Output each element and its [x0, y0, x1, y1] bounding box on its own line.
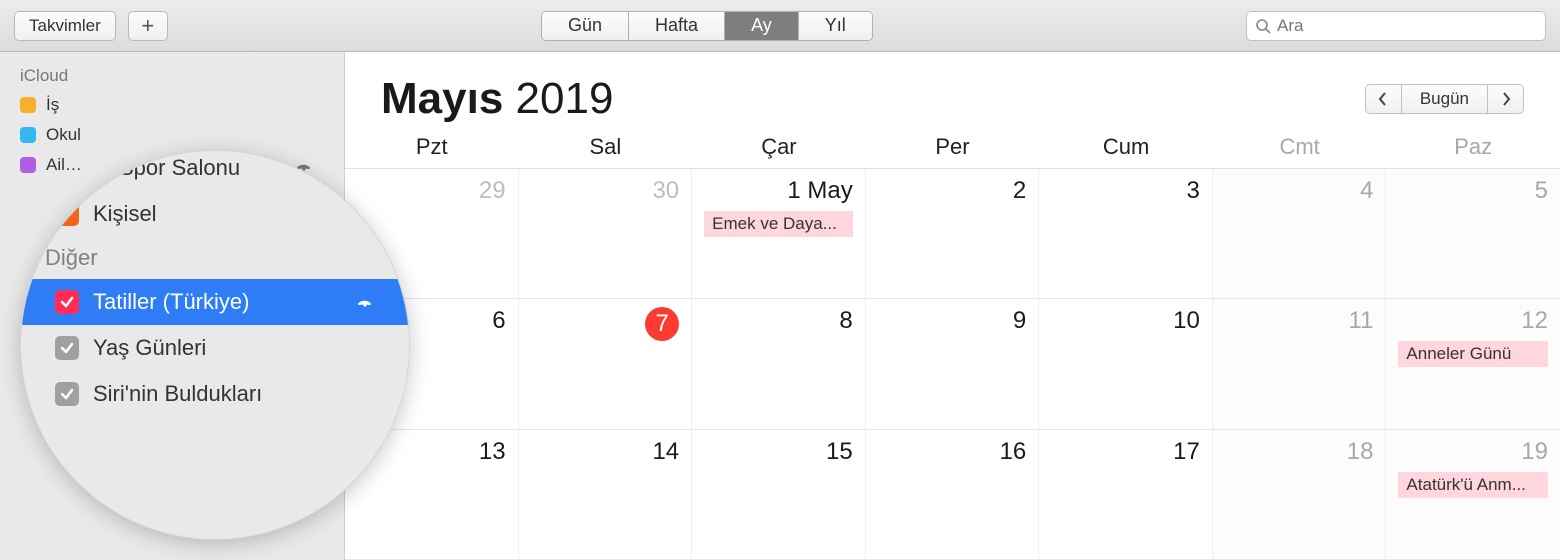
day-cell[interactable]: 18: [1213, 430, 1387, 559]
magnifier-overlay: Spor Salonu Kişisel Diğer Tatiller (Türki…: [20, 150, 410, 540]
day-cell[interactable]: 1 May Emek ve Daya...: [692, 169, 866, 298]
chevron-right-icon: [1501, 92, 1511, 106]
month-grid: 29301 MayEmek ve Daya...23456789101112An…: [345, 169, 1560, 560]
day-number: 16: [878, 438, 1027, 466]
view-year-button[interactable]: Yıl: [799, 12, 872, 40]
view-day-button[interactable]: Gün: [542, 12, 629, 40]
calendar-label: Siri'nin Buldukları: [93, 381, 262, 407]
sidebar-group-other: Diğer: [21, 237, 409, 279]
search-field[interactable]: [1246, 11, 1546, 41]
day-number: 4: [1225, 177, 1374, 205]
calendar-color-checkbox[interactable]: [20, 127, 36, 143]
day-cell[interactable]: 5: [1386, 169, 1560, 298]
day-cell[interactable]: 9: [866, 299, 1040, 428]
search-input[interactable]: [1277, 16, 1537, 36]
day-number: 12: [1398, 307, 1548, 335]
sidebar-item[interactable]: Tatiller (Türkiye): [21, 279, 409, 325]
calendar-checkbox[interactable]: [55, 290, 79, 314]
day-cell[interactable]: 14: [519, 430, 693, 559]
day-number: 7: [645, 307, 679, 341]
day-number: 17: [1051, 438, 1200, 466]
day-number: 9: [878, 307, 1027, 335]
weekday-label: Cmt: [1213, 134, 1387, 160]
calendar-color-checkbox[interactable]: [81, 156, 105, 180]
day-number: 15: [704, 438, 853, 466]
calendar-label: Kişisel: [93, 201, 157, 227]
day-cell[interactable]: 15: [692, 430, 866, 559]
weekday-label: Per: [866, 134, 1040, 160]
day-cell[interactable]: 16: [866, 430, 1040, 559]
day-cell[interactable]: 12 Anneler Günü: [1386, 299, 1560, 428]
checkmark-icon: [59, 294, 75, 310]
chevron-left-icon: [1378, 92, 1388, 106]
sidebar-item-work[interactable]: İş: [0, 90, 344, 120]
calendar-color-checkbox[interactable]: [55, 202, 79, 226]
calendar-label: Tatiller (Türkiye): [93, 289, 249, 315]
day-cell[interactable]: 2: [866, 169, 1040, 298]
month-title: Mayıs 2019: [381, 74, 613, 124]
calendar-event[interactable]: Anneler Günü: [1398, 341, 1548, 367]
day-cell[interactable]: 10: [1039, 299, 1213, 428]
day-number: 19: [1398, 438, 1548, 466]
day-number: 18: [1225, 438, 1374, 466]
day-cell[interactable]: 3: [1039, 169, 1213, 298]
day-cell[interactable]: 7: [519, 299, 693, 428]
day-cell[interactable]: 30: [519, 169, 693, 298]
day-cell[interactable]: 17: [1039, 430, 1213, 559]
weekday-label: Sal: [519, 134, 693, 160]
day-cell[interactable]: 8: [692, 299, 866, 428]
day-number: 3: [1051, 177, 1200, 205]
calendar-main: Mayıs 2019 Bugün PztSalÇarPerCumCmtPaz 2…: [345, 52, 1560, 560]
add-event-button[interactable]: +: [128, 11, 168, 41]
day-number: 5: [1398, 177, 1548, 205]
sidebar-item[interactable]: Siri'nin Buldukları: [21, 371, 409, 417]
calendar-label: Spor Salonu: [119, 155, 240, 181]
day-number: 10: [1051, 307, 1200, 335]
weekday-label: Paz: [1386, 134, 1560, 160]
day-cell[interactable]: 11: [1213, 299, 1387, 428]
day-number: 1 May: [704, 177, 853, 205]
calendars-toggle-button[interactable]: Takvimler: [14, 11, 116, 41]
calendar-label: Okul: [46, 125, 81, 145]
checkmark-icon: [59, 386, 75, 402]
weekday-label: Çar: [692, 134, 866, 160]
sidebar-item-school[interactable]: Okul: [0, 120, 344, 150]
today-button[interactable]: Bugün: [1401, 84, 1488, 114]
sidebar-item[interactable]: Yaş Günleri: [21, 325, 409, 371]
day-number: 2: [878, 177, 1027, 205]
calendar-checkbox[interactable]: [55, 336, 79, 360]
view-month-button[interactable]: Ay: [725, 12, 799, 40]
day-number: 30: [531, 177, 680, 205]
sidebar-item[interactable]: Spor Salonu: [21, 150, 409, 191]
nav-group: Bugün: [1365, 84, 1524, 114]
calendar-label: İş: [46, 95, 59, 115]
sidebar-item[interactable]: Kişisel: [21, 191, 409, 237]
weekday-header: PztSalÇarPerCumCmtPaz: [345, 134, 1560, 169]
day-number: 8: [704, 307, 853, 335]
shared-indicator: [355, 289, 375, 315]
view-week-button[interactable]: Hafta: [629, 12, 725, 40]
day-cell[interactable]: 19 Atatürk'ü Anm...: [1386, 430, 1560, 559]
day-cell[interactable]: 4: [1213, 169, 1387, 298]
calendar-checkbox[interactable]: [55, 382, 79, 406]
checkmark-icon: [59, 340, 75, 356]
calendar-label: Yaş Günleri: [93, 335, 206, 361]
next-month-button[interactable]: [1488, 84, 1524, 114]
view-segmented-control: Gün Hafta Ay Yıl: [541, 11, 873, 41]
search-icon: [1255, 18, 1271, 34]
calendar-event[interactable]: Emek ve Daya...: [704, 211, 853, 237]
calendar-event[interactable]: Atatürk'ü Anm...: [1398, 472, 1548, 498]
day-number: 11: [1225, 307, 1374, 335]
day-number: 14: [531, 438, 680, 466]
broadcast-icon: [355, 289, 375, 309]
calendar-color-checkbox[interactable]: [20, 97, 36, 113]
toolbar: Takvimler + Gün Hafta Ay Yıl: [0, 0, 1560, 52]
plus-icon: +: [141, 13, 154, 39]
sidebar-group-icloud: iCloud: [0, 62, 344, 90]
prev-month-button[interactable]: [1365, 84, 1401, 114]
weekday-label: Cum: [1039, 134, 1213, 160]
